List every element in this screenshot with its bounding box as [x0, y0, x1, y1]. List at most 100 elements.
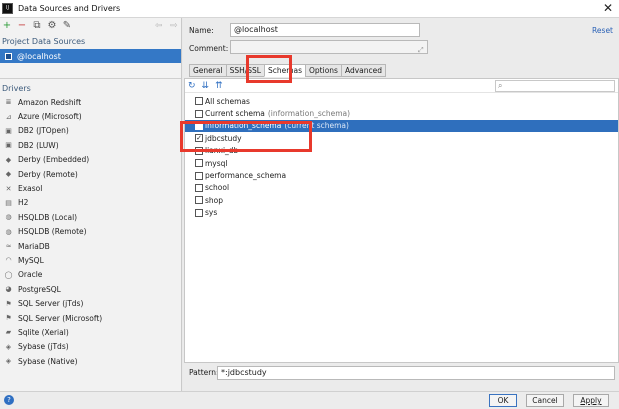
tab-general[interactable]: General: [189, 64, 226, 77]
schema-checkbox[interactable]: [195, 208, 203, 217]
driver-icon: ◕: [5, 285, 12, 294]
driver-item[interactable]: ◯ Oracle: [0, 268, 181, 282]
driver-icon: ⚑: [5, 314, 12, 323]
driver-label: HSQLDB (Local): [18, 212, 78, 222]
driver-item[interactable]: ◆ Derby (Remote): [0, 167, 181, 181]
help-icon[interactable]: ?: [4, 395, 14, 405]
driver-icon: ⚑: [5, 299, 12, 308]
driver-item[interactable]: ◠ MySQL: [0, 253, 181, 267]
forward-icon[interactable]: ⇨: [170, 21, 178, 31]
driver-label: Azure (Microsoft): [18, 112, 82, 122]
driver-label: DB2 (JTOpen): [18, 126, 69, 136]
driver-icon: ◆: [5, 155, 12, 164]
comment-field[interactable]: [230, 40, 428, 54]
left-toolbar: + − ⧉ ⚙ ✎ ⇦ ⇨: [0, 18, 181, 34]
apply-button-label: Apply: [580, 396, 602, 405]
driver-item[interactable]: ⚑ SQL Server (jTds): [0, 296, 181, 310]
schema-row[interactable]: All schemas: [185, 95, 618, 107]
schema-checkbox[interactable]: [195, 196, 203, 205]
driver-label: Sqlite (Xerial): [18, 327, 69, 337]
tab-advanced[interactable]: Advanced: [340, 64, 387, 77]
data-source-label: @localhost: [17, 51, 61, 61]
driver-icon: ◍: [5, 227, 12, 236]
driver-icon: ◆: [5, 170, 12, 179]
driver-item[interactable]: ▣ DB2 (JTOpen): [0, 124, 181, 138]
copy-icon[interactable]: ⧉: [32, 20, 42, 32]
driver-icon: ◠: [5, 256, 12, 265]
driver-icon: ⊿: [5, 112, 12, 121]
data-source-localhost[interactable]: @localhost: [0, 49, 181, 63]
refresh-icon[interactable]: ↻: [188, 81, 196, 91]
driver-item[interactable]: ◆ Derby (Embedded): [0, 153, 181, 167]
driver-item[interactable]: ◍ HSQLDB (Remote): [0, 225, 181, 239]
schema-row[interactable]: school: [185, 182, 618, 194]
pattern-label: Pattern:: [189, 368, 219, 377]
driver-icon: ▣: [5, 141, 12, 150]
driver-item[interactable]: ▤ H2: [0, 196, 181, 210]
driver-item[interactable]: ≣ Amazon Redshift: [0, 95, 181, 109]
driver-item[interactable]: ◍ HSQLDB (Local): [0, 210, 181, 224]
schema-label: sys: [205, 208, 218, 218]
schema-search-input[interactable]: ⌕: [495, 80, 615, 92]
app-icon: IJ: [2, 3, 13, 14]
schema-checkbox[interactable]: [195, 171, 203, 180]
driver-item[interactable]: ◈ Sybase (jTds): [0, 340, 181, 354]
apply-button[interactable]: Apply: [573, 394, 609, 407]
annotation-box-schemas-tab: [246, 55, 292, 83]
schema-row[interactable]: mysql: [185, 157, 618, 169]
driver-label: HSQLDB (Remote): [18, 227, 87, 237]
driver-icon: ≣: [5, 98, 12, 107]
driver-label: Derby (Remote): [18, 169, 78, 179]
comment-label: Comment:: [189, 44, 229, 53]
schema-row[interactable]: Current schema (information_schema): [185, 107, 618, 119]
drivers-header: Drivers: [2, 84, 31, 93]
window-title: Data Sources and Drivers: [18, 4, 121, 13]
add-icon[interactable]: +: [2, 20, 12, 32]
edit-icon[interactable]: ✎: [62, 20, 72, 32]
reset-link[interactable]: Reset: [592, 26, 613, 35]
schema-label: mysql: [205, 158, 228, 168]
cancel-button[interactable]: Cancel: [526, 394, 564, 407]
driver-icon: ▤: [5, 198, 12, 207]
settings-icon[interactable]: ⚙: [47, 20, 57, 32]
driver-label: H2: [18, 198, 29, 208]
schema-row[interactable]: sys: [185, 207, 618, 219]
driver-list: ≣ Amazon Redshift ⊿ Azure (Microsoft) ▣ DB2 (…: [0, 95, 181, 368]
expand-all-icon[interactable]: ⇊: [202, 81, 210, 91]
tab-options[interactable]: Options: [305, 64, 341, 77]
schema-row[interactable]: shop: [185, 194, 618, 206]
collapse-all-icon[interactable]: ⇈: [215, 81, 223, 91]
driver-label: MySQL: [18, 255, 44, 265]
remove-icon[interactable]: −: [17, 20, 27, 32]
driver-label: DB2 (LUW): [18, 140, 59, 150]
schema-checkbox[interactable]: [195, 159, 203, 168]
driver-item[interactable]: ◈ Sybase (Native): [0, 354, 181, 368]
driver-label: Oracle: [18, 270, 43, 280]
driver-label: Amazon Redshift: [18, 97, 82, 107]
driver-item[interactable]: ◕ PostgreSQL: [0, 282, 181, 296]
driver-label: Sybase (Native): [18, 356, 78, 366]
name-field[interactable]: @localhost: [230, 23, 420, 37]
name-label: Name:: [189, 26, 214, 35]
driver-item[interactable]: ▰ Sqlite (Xerial): [0, 325, 181, 339]
schema-row[interactable]: performance_schema: [185, 169, 618, 181]
driver-label: Derby (Embedded): [18, 155, 90, 165]
driver-item[interactable]: ▣ DB2 (LUW): [0, 138, 181, 152]
driver-icon: ◯: [4, 270, 13, 279]
schema-checkbox[interactable]: [195, 183, 203, 192]
driver-icon: ≈: [5, 242, 12, 251]
annotation-box-jdbcstudy: [180, 121, 312, 152]
back-icon[interactable]: ⇦: [155, 21, 163, 31]
driver-item[interactable]: ✕ Exasol: [0, 181, 181, 195]
schema-checkbox[interactable]: [195, 97, 203, 106]
schema-list: All schemas Current schema (information_sc…: [185, 95, 618, 219]
close-icon[interactable]: ✕: [603, 1, 613, 15]
driver-icon: ◈: [5, 342, 12, 351]
driver-item[interactable]: ⊿ Azure (Microsoft): [0, 109, 181, 123]
datasource-icon: [5, 52, 12, 60]
pattern-field[interactable]: *:jdbcstudy: [217, 366, 615, 380]
driver-item[interactable]: ⚑ SQL Server (Microsoft): [0, 311, 181, 325]
ok-button[interactable]: OK: [489, 394, 517, 407]
driver-item[interactable]: ≈ MariaDB: [0, 239, 181, 253]
schema-checkbox[interactable]: [195, 109, 203, 118]
